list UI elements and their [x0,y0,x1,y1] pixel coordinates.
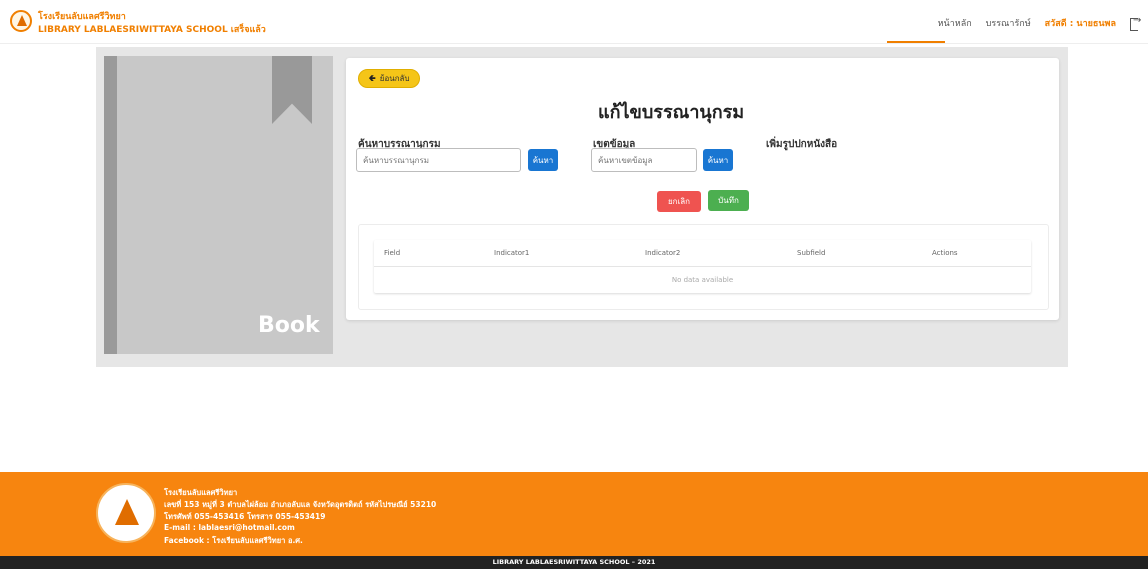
col-indicator1[interactable]: Indicator1 [494,249,529,257]
empty-table-message: No data available [671,276,734,284]
save-button[interactable]: บันทึก [708,190,749,211]
copyright-text: LIBRARY LABLAESRIWITTAYA SCHOOL – 2021 [492,558,656,566]
top-header: โรงเรียนลับแลศรีวิทยา LIBRARY LABLAESRIW… [0,0,1148,44]
footer-address: เลขที่ 153 หมู่ที่ 3 ตำบลไผ่ล้อม อำเภอลั… [164,500,437,509]
nav-home[interactable]: หน้าหลัก [938,16,972,30]
school-name-english: LIBRARY LABLAESRIWITTAYA SCHOOL เสร็จแล้… [38,25,266,35]
book-label: Book [258,313,320,338]
col-field[interactable]: Field [384,249,400,257]
marc-fields-table: Field Indicator1 Indicator2 Subfield Act… [374,240,1031,293]
active-nav-indicator [887,41,945,43]
book-spine [104,56,117,354]
col-indicator2[interactable]: Indicator2 [645,249,680,257]
search-field-input[interactable] [591,148,697,172]
page-title: แก้ไขบรรณานุกรม [598,102,745,123]
back-arrow-icon: 🢀 [368,73,376,84]
footer-email[interactable]: E-mail : lablaesri@hotmail.com [164,523,295,532]
footer-phone: โทรศัพท์ 055-453416 โทรสาร 055-453419 [164,512,326,521]
footer-logo-icon [96,483,156,543]
logout-icon[interactable] [1130,15,1142,31]
user-greeting: สวัสดี : นายธนพล [1044,19,1116,29]
search-catalog-button[interactable]: ค้นหา [528,149,558,171]
col-actions: Actions [932,249,958,257]
school-logo-icon[interactable] [10,10,32,32]
col-subfield[interactable]: Subfield [797,249,825,257]
school-name-thai: โรงเรียนลับแลศรีวิทยา [38,12,126,22]
table-header: Field Indicator1 Indicator2 Subfield Act… [374,240,1031,267]
cancel-button[interactable]: ยกเลิก [657,191,701,212]
footer-facebook[interactable]: Facebook : โรงเรียนลับแลศรีวิทยา อ.ศ. [164,535,303,547]
search-field-button[interactable]: ค้นหา [703,149,733,171]
top-nav: หน้าหลัก บรรณารักษ์ สวัสดี : นายธนพล [938,15,1142,31]
add-cover-label[interactable]: เพิ่มรูปปกหนังสือ [766,137,837,152]
back-button-label: ย้อนกลับ [379,74,410,83]
back-button[interactable]: 🢀 ย้อนกลับ [358,69,420,88]
footer-school-name: โรงเรียนลับแลศรีวิทยา [164,488,238,497]
nav-catalog[interactable]: บรรณารักษ์ [986,16,1031,30]
search-catalog-input[interactable] [356,148,521,172]
